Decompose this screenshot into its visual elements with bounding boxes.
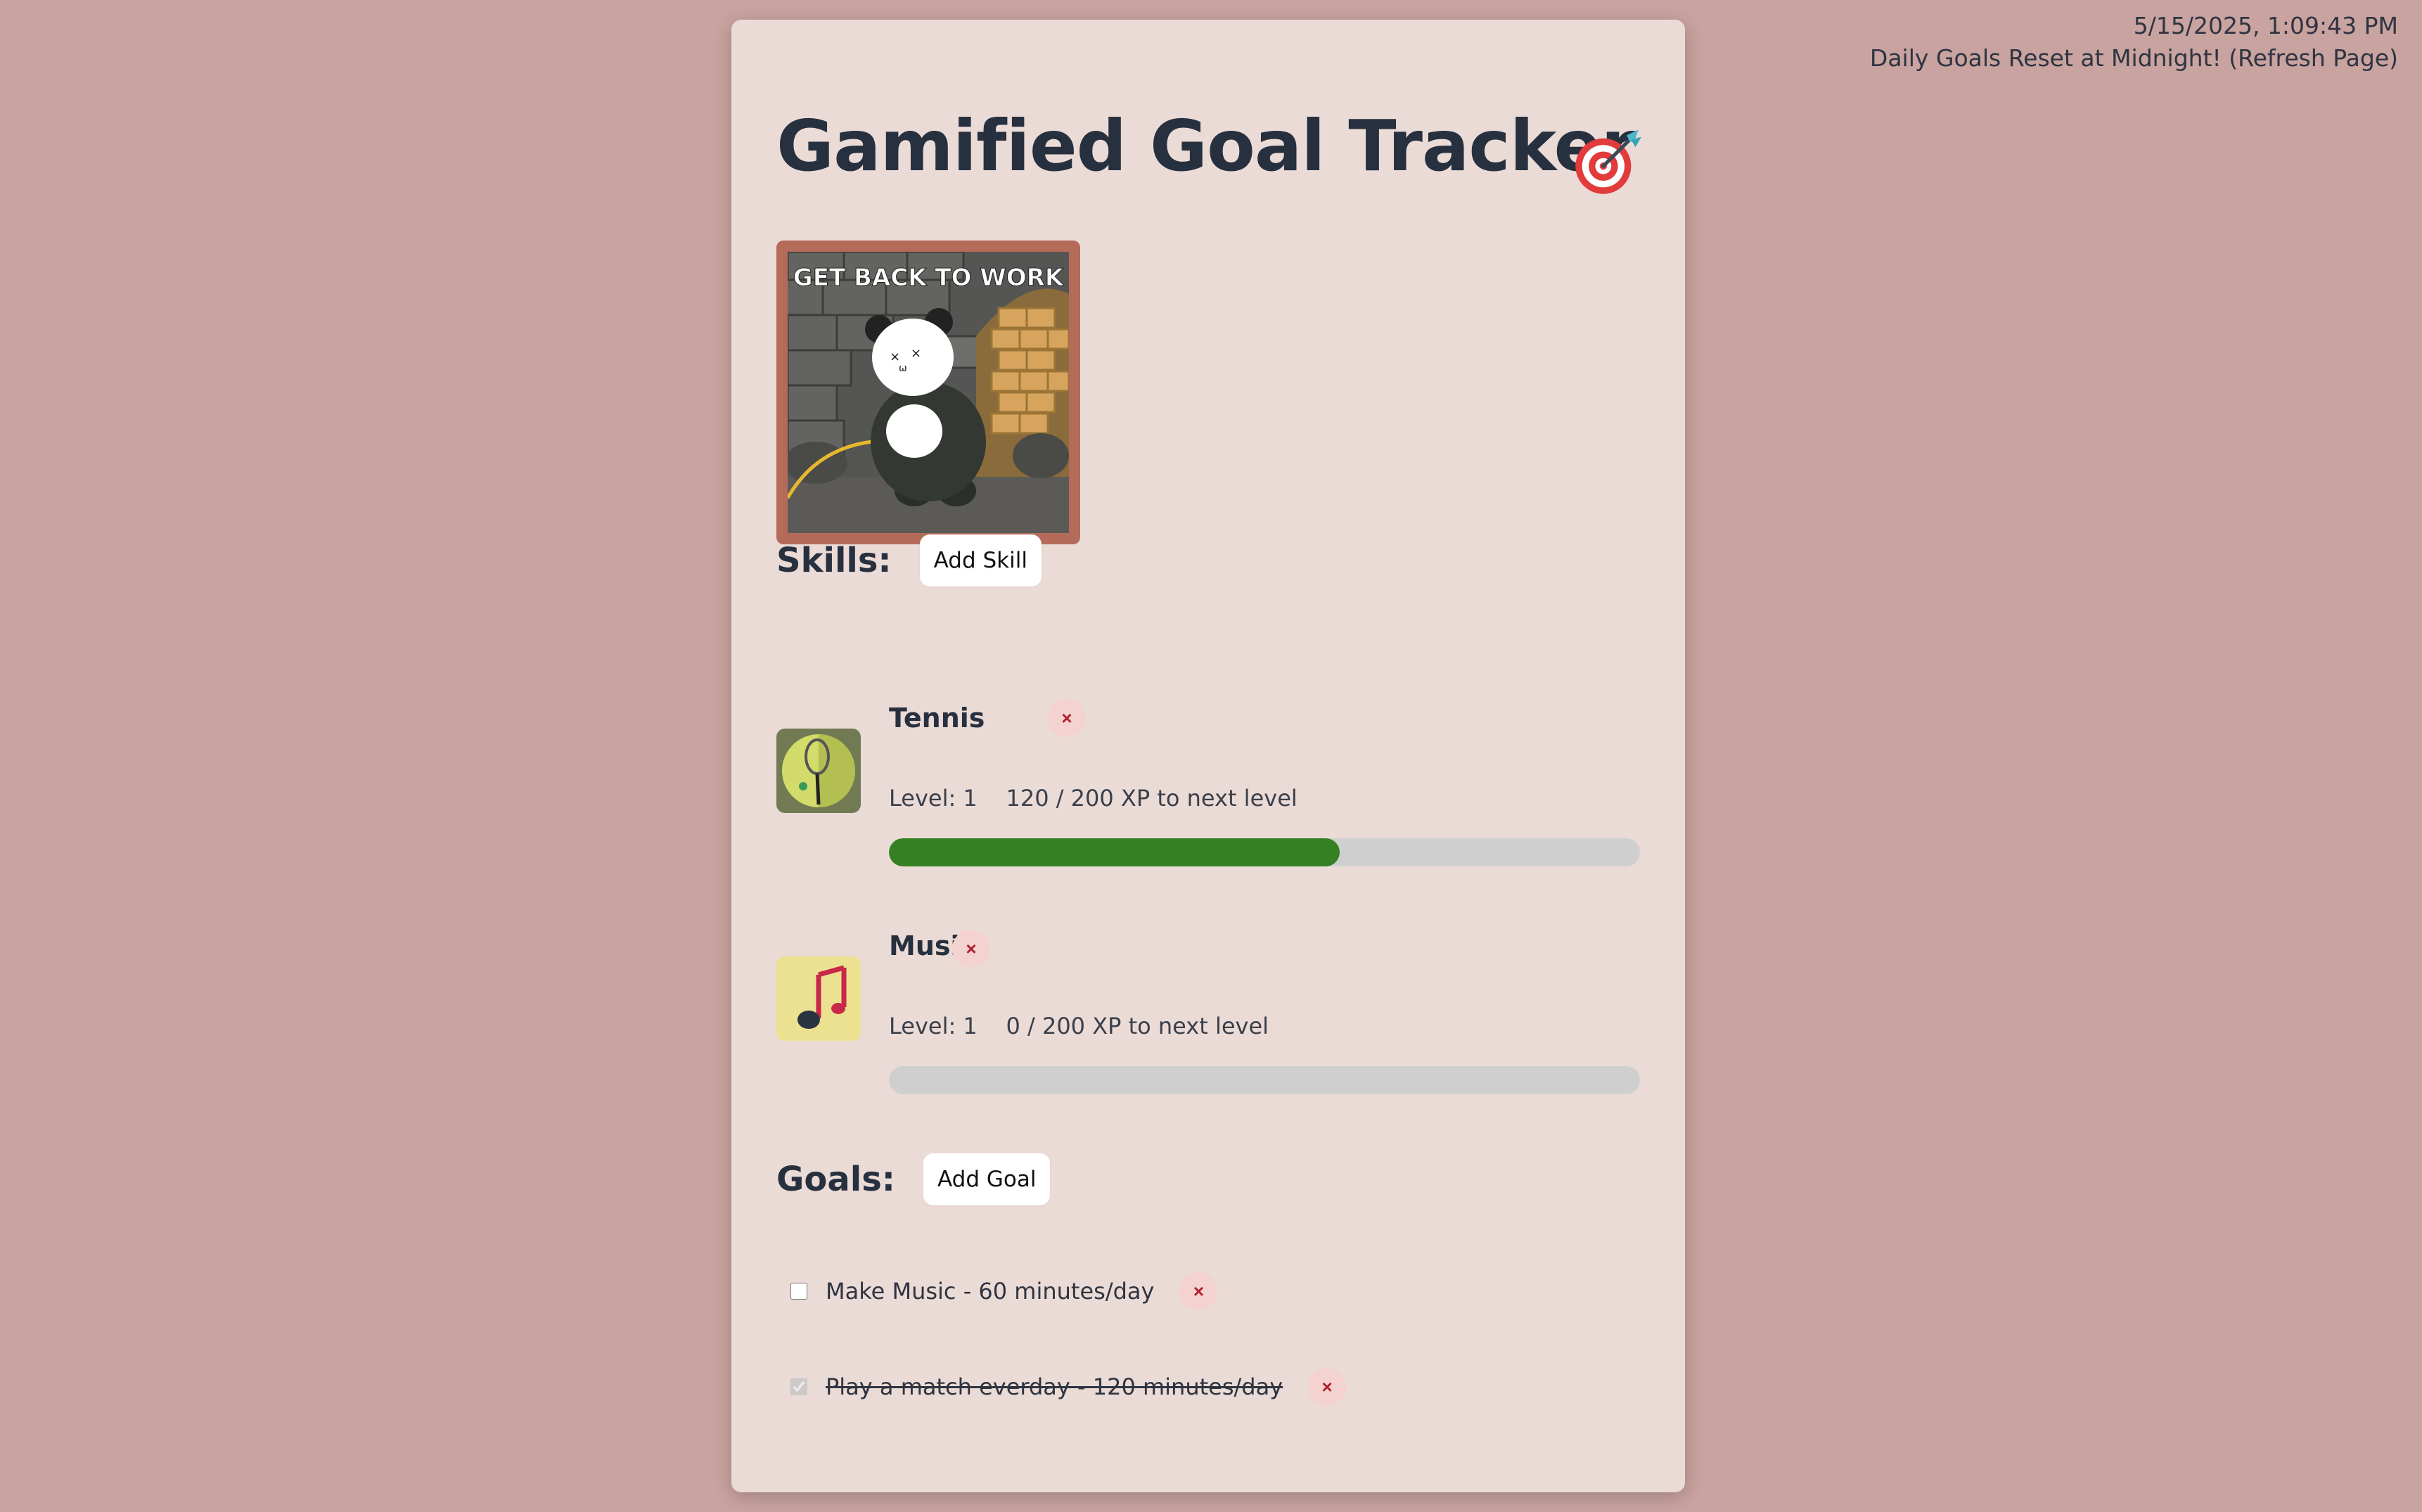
reset-notice: Daily Goals Reset at Midnight! (Refresh … (1869, 44, 2398, 72)
tracker-card: Gamified Goal Tracker × × ω GET BACK TO … (731, 20, 1685, 1492)
skill-card-music: Music × Level: 1 0 / 200 XP to next leve… (776, 928, 1670, 1111)
skill-xp: 120 / 200 XP to next level (1006, 785, 1298, 812)
skills-heading: Skills: (776, 541, 892, 580)
goal-text: Make Music - 60 minutes/day (826, 1278, 1155, 1305)
goal-text: Play a match everday - 120 minutes/day (826, 1373, 1283, 1400)
svg-text:×: × (890, 350, 900, 364)
panda-avatar-illustration: × × ω GET BACK TO WORK (788, 252, 1069, 533)
avatar-image: × × ω GET BACK TO WORK (776, 241, 1080, 544)
skill-name: Tennis (889, 703, 985, 733)
goal-item: Play a match everday - 120 minutes/day × (790, 1366, 1347, 1408)
remove-skill-button[interactable]: × (952, 930, 990, 968)
skill-progress-bar (889, 838, 1640, 866)
skill-level: Level: 1 (889, 1013, 978, 1039)
goals-header: Goals: Add Goal (776, 1153, 1051, 1205)
skills-header: Skills: Add Skill (776, 534, 1042, 587)
page-title: Gamified Goal Tracker (776, 105, 1636, 187)
tennis-racket-icon (776, 729, 861, 813)
remove-goal-button[interactable]: × (1308, 1368, 1347, 1406)
goal-checkbox[interactable] (790, 1283, 807, 1300)
skill-progress-text: Level: 1 120 / 200 XP to next level (889, 785, 1298, 812)
header-info: 5/15/2025, 1:09:43 PM Daily Goals Reset … (1870, 10, 2398, 75)
skill-progress-fill (889, 838, 1340, 866)
datetime-display: 5/15/2025, 1:09:43 PM (2133, 12, 2398, 39)
skill-card-tennis: Tennis × Level: 1 120 / 200 XP to next l… (776, 699, 1670, 883)
skill-xp: 0 / 200 XP to next level (1006, 1013, 1269, 1039)
skill-progress-bar (889, 1066, 1640, 1094)
avatar-caption: GET BACK TO WORK (793, 264, 1065, 292)
goal-checkbox[interactable] (790, 1378, 807, 1395)
svg-text:ω: ω (899, 363, 907, 374)
svg-text:×: × (911, 346, 921, 361)
goals-heading: Goals: (776, 1160, 895, 1199)
skill-progress-text: Level: 1 0 / 200 XP to next level (889, 1013, 1269, 1039)
music-note-icon (776, 956, 861, 1041)
add-goal-button[interactable]: Add Goal (923, 1153, 1051, 1205)
goal-item: Make Music - 60 minutes/day × (790, 1270, 1218, 1312)
target-dart-icon (1575, 129, 1641, 194)
skill-level: Level: 1 (889, 785, 978, 812)
add-skill-button[interactable]: Add Skill (919, 534, 1042, 587)
remove-skill-button[interactable]: × (1048, 699, 1086, 737)
remove-goal-button[interactable]: × (1179, 1272, 1218, 1310)
